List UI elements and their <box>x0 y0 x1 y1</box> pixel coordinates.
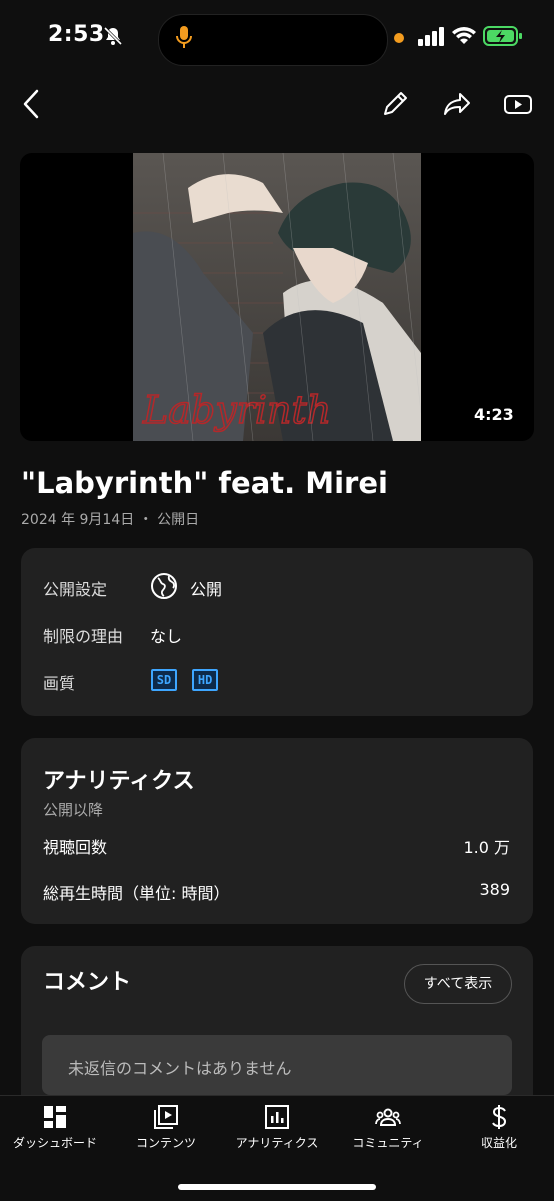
watchtime-label: 総再生時間（単位: 時間） <box>43 884 230 903</box>
nav-analytics[interactable]: アナリティクス <box>222 1104 332 1151</box>
restriction-label: 制限の理由 <box>43 627 124 646</box>
hd-badge: HD <box>192 669 219 691</box>
microphone-icon <box>176 26 192 48</box>
watchtime-value: 389 <box>479 880 510 899</box>
comments-heading: コメント <box>43 970 132 995</box>
share-icon[interactable] <box>439 86 475 122</box>
analytics-period: 公開以降 <box>43 801 104 819</box>
home-indicator <box>178 1184 376 1190</box>
no-comments-message: 未返信のコメントはありません <box>68 1059 292 1078</box>
video-thumbnail[interactable]: Labyrinth <box>133 153 421 441</box>
privacy-indicator-dot <box>394 33 404 43</box>
views-value: 1.0 万 <box>463 838 510 857</box>
wifi-icon <box>452 27 476 44</box>
nav-content[interactable]: コンテンツ <box>111 1104 221 1151</box>
bell-muted-icon <box>103 26 123 46</box>
visibility-label: 公開設定 <box>43 580 108 599</box>
nav-content-label: コンテンツ <box>135 1136 196 1150</box>
nav-community-label: コミュニティ <box>352 1136 424 1150</box>
video-title: "Labyrinth" feat. Mirei <box>21 466 388 500</box>
publish-date: 2024 年 9月14日 ・ 公開日 <box>21 512 200 528</box>
battery-charging-icon <box>483 26 522 46</box>
edit-pencil-icon[interactable] <box>377 86 413 122</box>
nav-community[interactable]: コミュニティ <box>333 1104 443 1151</box>
quality-label: 画質 <box>43 674 76 693</box>
quality-badges: SD HD <box>151 669 219 691</box>
community-icon <box>375 1108 401 1126</box>
nav-analytics-label: アナリティクス <box>235 1136 319 1150</box>
nav-dashboard-label: ダッシュボード <box>12 1136 97 1150</box>
nav-monetization-label: 収益化 <box>480 1136 517 1150</box>
youtube-open-icon[interactable] <box>500 86 536 122</box>
nav-dashboard[interactable]: ダッシュボード <box>0 1104 110 1151</box>
status-time: 2:53 <box>48 22 105 47</box>
content-icon <box>154 1105 178 1129</box>
back-arrow-icon[interactable] <box>14 86 50 122</box>
globe-icon <box>151 573 177 599</box>
views-label: 視聴回数 <box>43 838 108 857</box>
sd-badge: SD <box>151 669 177 691</box>
restriction-value: なし <box>150 627 183 646</box>
thumbnail-title-text: Labyrinth <box>142 388 331 432</box>
analytics-heading: アナリティクス <box>43 769 195 794</box>
visibility-value: 公開 <box>190 580 223 599</box>
monetization-icon <box>492 1105 507 1129</box>
dashboard-icon <box>44 1106 66 1128</box>
show-all-comments-button[interactable]: すべて表示 <box>404 964 512 1004</box>
video-duration: 4:23 <box>474 405 514 424</box>
nav-monetization[interactable]: 収益化 <box>444 1104 554 1151</box>
analytics-icon <box>265 1105 289 1129</box>
cellular-signal-icon <box>418 27 444 46</box>
